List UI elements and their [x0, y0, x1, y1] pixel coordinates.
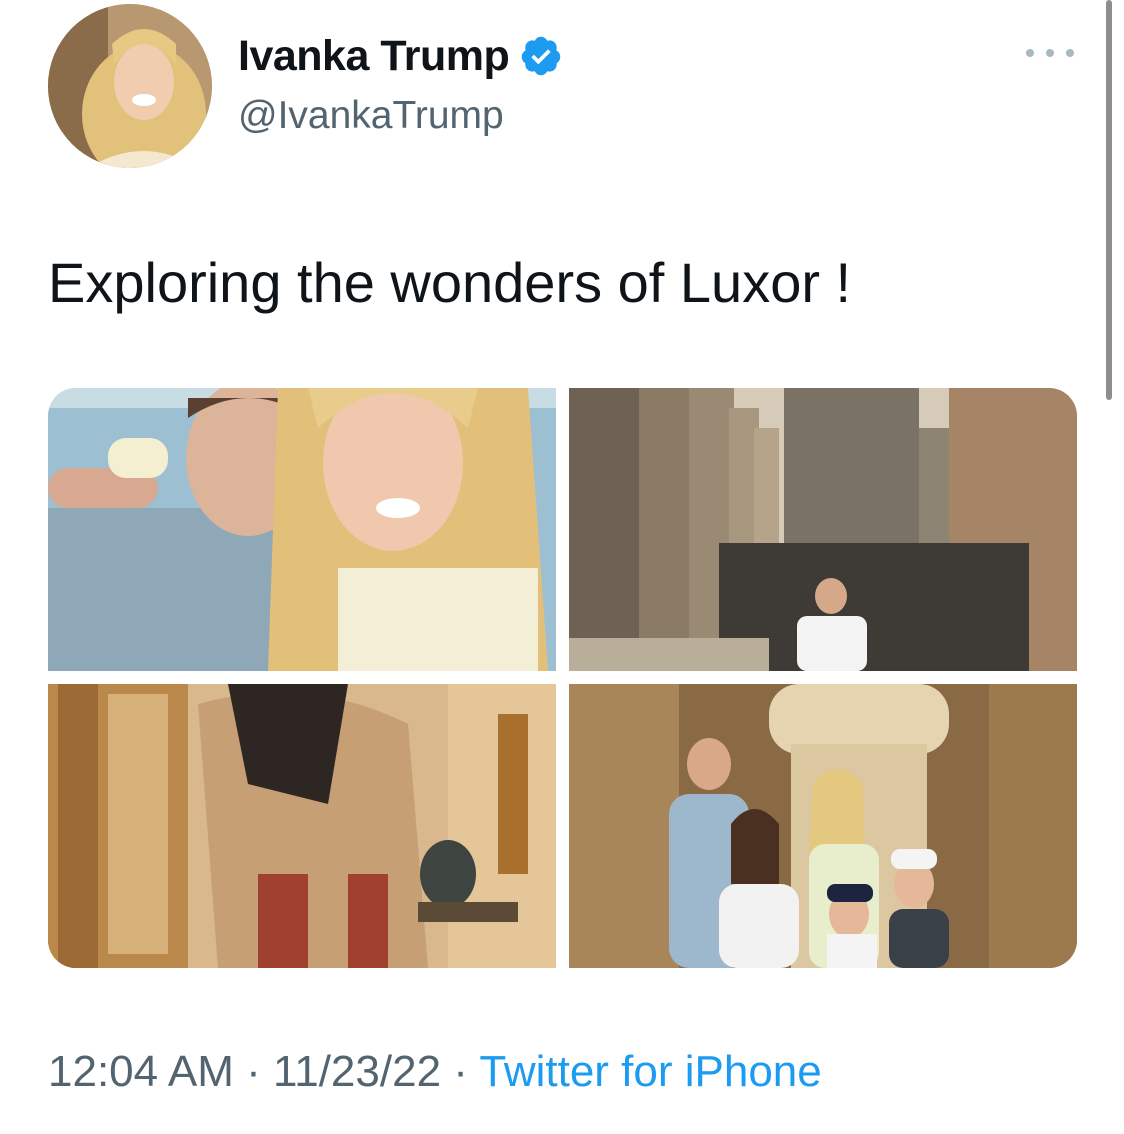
ellipsis-dot — [1066, 49, 1074, 57]
temple-columns-statue-photo[interactable] — [569, 388, 1077, 671]
tweet-date[interactable]: 11/23/22 — [273, 1047, 441, 1096]
author-handle[interactable]: @IvankaTrump — [238, 92, 504, 140]
meta-separator: · — [453, 1047, 468, 1096]
author-display-name[interactable]: Ivanka Trump — [238, 30, 510, 82]
family-temple-photo[interactable] — [569, 684, 1077, 968]
profile-photo — [48, 4, 212, 168]
author-name-row: Ivanka Trump — [238, 30, 563, 82]
scrollbar-thumb[interactable] — [1106, 0, 1112, 400]
tweet-time[interactable]: 12:04 AM — [48, 1047, 234, 1096]
hieroglyph-wall-painting-photo[interactable] — [48, 684, 556, 968]
tweet-meta: 12:04 AM · 11/23/22 · Twitter for iPhone — [48, 1044, 822, 1100]
ellipsis-icon[interactable] — [1026, 38, 1074, 68]
couple-selfie-photo[interactable] — [48, 388, 556, 671]
media-grid — [48, 388, 1077, 968]
tweet-source-link[interactable]: Twitter for iPhone — [479, 1047, 821, 1096]
ellipsis-dot — [1046, 49, 1054, 57]
avatar[interactable] — [48, 4, 212, 168]
meta-separator: · — [246, 1047, 261, 1096]
verified-badge-icon — [519, 34, 563, 78]
tweet-text: Exploring the wonders of Luxor ! — [48, 251, 852, 314]
ellipsis-dot — [1026, 49, 1034, 57]
